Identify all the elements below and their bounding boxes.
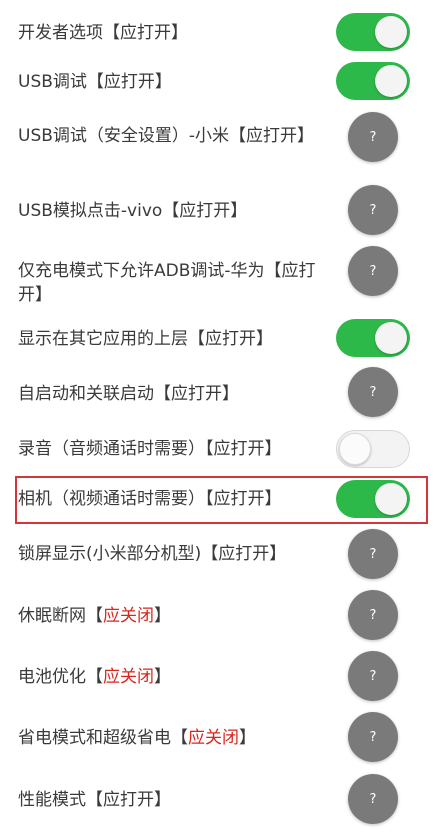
setting-label: 显示在其它应用的上层【应打开】: [18, 329, 273, 349]
toggle-knob: [375, 16, 407, 48]
usb-debugging-toggle[interactable]: [336, 62, 410, 100]
camera-toggle[interactable]: [336, 480, 410, 518]
label-bracket-close: 】: [239, 728, 256, 748]
setting-label: 性能模式【应打开】: [18, 790, 171, 810]
label-warning: 应关闭: [103, 667, 154, 687]
setting-label: 休眠断网【应关闭】: [18, 604, 318, 628]
help-button[interactable]: ?: [348, 112, 398, 162]
record-audio-toggle[interactable]: [336, 430, 410, 468]
toggle-knob: [375, 65, 407, 97]
label-bracket-open: 【: [86, 667, 103, 687]
toggle-knob: [339, 433, 371, 465]
label-warning: 应关闭: [103, 606, 154, 626]
setting-label: 锁屏显示(小米部分机型)【应打开】: [18, 544, 287, 564]
help-button[interactable]: ?: [348, 590, 398, 640]
setting-label: 仅充电模式下允许ADB调试-华为【应打开】: [18, 261, 316, 305]
toggle-knob: [375, 322, 407, 354]
label-main: 休眠断网: [18, 606, 86, 626]
help-button[interactable]: ?: [348, 651, 398, 701]
setting-label: 相机（视频通话时需要）【应打开】: [18, 489, 282, 509]
help-button[interactable]: ?: [348, 712, 398, 762]
help-button[interactable]: ?: [348, 185, 398, 235]
help-button[interactable]: ?: [348, 367, 398, 417]
help-button[interactable]: ?: [348, 246, 398, 296]
label-bracket-close: 】: [154, 606, 171, 626]
setting-label: USB模拟点击-vivo【应打开】: [18, 201, 248, 221]
label-bracket-open: 【: [86, 606, 103, 626]
help-button[interactable]: ?: [348, 529, 398, 579]
label-main: 省电模式和超级省电: [18, 728, 171, 748]
setting-label: 录音（音频通话时需要）【应打开】: [18, 439, 282, 459]
label-warning: 应关闭: [188, 728, 239, 748]
setting-label: 电池优化【应关闭】: [18, 665, 318, 689]
label-main: 电池优化: [18, 667, 86, 687]
help-button[interactable]: ?: [348, 774, 398, 824]
label-bracket-close: 】: [154, 667, 171, 687]
label-bracket-open: 【: [171, 728, 188, 748]
toggle-knob: [375, 483, 407, 515]
setting-label: 省电模式和超级省电【应关闭】: [18, 726, 318, 750]
developer-options-toggle[interactable]: [336, 13, 410, 51]
display-over-apps-toggle[interactable]: [336, 319, 410, 357]
setting-label: 自启动和关联启动【应打开】: [18, 384, 239, 404]
setting-label: 开发者选项【应打开】: [18, 23, 188, 43]
setting-label: USB调试【应打开】: [18, 72, 172, 92]
setting-label: USB调试（安全设置）-小米【应打开】: [18, 126, 315, 146]
